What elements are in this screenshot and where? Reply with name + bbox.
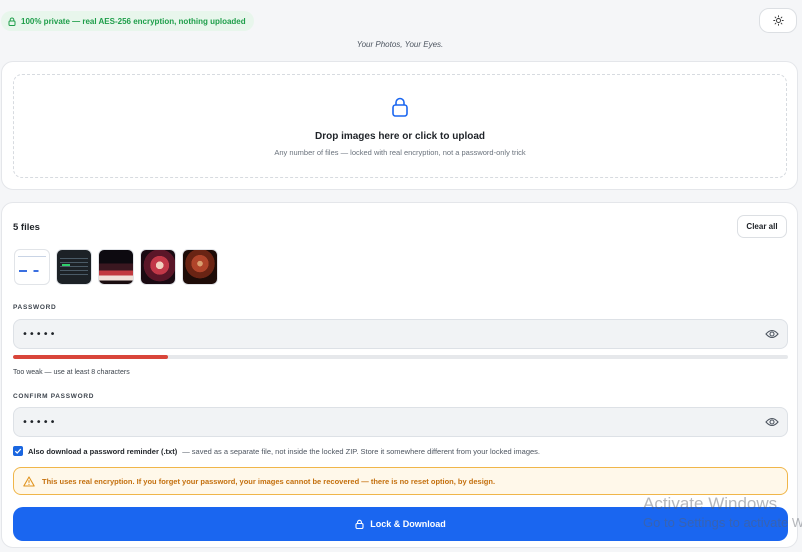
lock-and-download-button[interactable]: Lock & Download (13, 507, 788, 541)
top-bar: 100% private — real AES-256 encryption, … (0, 0, 802, 56)
password-label: PASSWORD (13, 304, 57, 311)
confirm-password-input[interactable] (14, 408, 787, 436)
image-thumbnail[interactable] (182, 249, 218, 285)
recovery-warning: This uses real encryption. If you forget… (13, 467, 788, 495)
files-card: 5 files Clear all PASSWORD Too weak — us… (1, 202, 798, 548)
lock-icon (355, 519, 364, 529)
sun-icon (772, 15, 784, 26)
tagline: Your Photos, Your Eyes. (356, 40, 444, 49)
image-thumbnail[interactable] (56, 249, 92, 285)
password-reminder-description: — saved as a separate file, not inside t… (182, 446, 541, 456)
files-count: 5 files (13, 222, 40, 233)
image-thumbnail[interactable] (140, 249, 176, 285)
confirm-password-field-wrap (13, 407, 788, 437)
password-field-wrap (13, 319, 788, 349)
image-thumbnail[interactable] (98, 249, 134, 285)
eye-icon[interactable] (765, 416, 779, 428)
privacy-badge: 100% private — real AES-256 encryption, … (1, 11, 254, 31)
upload-dropzone[interactable]: Drop images here or click to upload Any … (13, 74, 787, 178)
image-thumbnail[interactable] (14, 249, 50, 285)
checkmark-icon (14, 448, 22, 454)
privacy-badge-text: 100% private — real AES-256 encryption, … (21, 16, 246, 26)
thumbnail-strip (14, 249, 218, 285)
lock-and-download-label: Lock & Download (370, 519, 446, 529)
upload-card: Drop images here or click to upload Any … (1, 61, 798, 190)
eye-icon[interactable] (765, 328, 779, 340)
password-strength-fill (13, 355, 168, 359)
password-reminder-checkbox[interactable] (13, 446, 23, 456)
recovery-warning-text: This uses real encryption. If you forget… (42, 476, 496, 486)
password-reminder-label: Also download a password reminder (.txt) (28, 446, 178, 456)
password-input[interactable] (14, 320, 787, 348)
password-reminder-option: Also download a password reminder (.txt)… (13, 446, 540, 456)
lock-icon (392, 97, 408, 117)
confirm-password-label: CONFIRM PASSWORD (13, 393, 95, 400)
dropzone-title: Drop images here or click to upload (314, 131, 486, 142)
dropzone-subtitle: Any number of files — locked with real e… (274, 148, 526, 157)
password-strength-text: Too weak — use at least 8 characters (13, 369, 130, 376)
warning-triangle-icon (23, 475, 35, 487)
password-strength-meter (13, 355, 788, 359)
theme-toggle-button[interactable] (759, 8, 797, 33)
clear-all-button[interactable]: Clear all (737, 215, 787, 238)
lock-icon (8, 17, 16, 26)
